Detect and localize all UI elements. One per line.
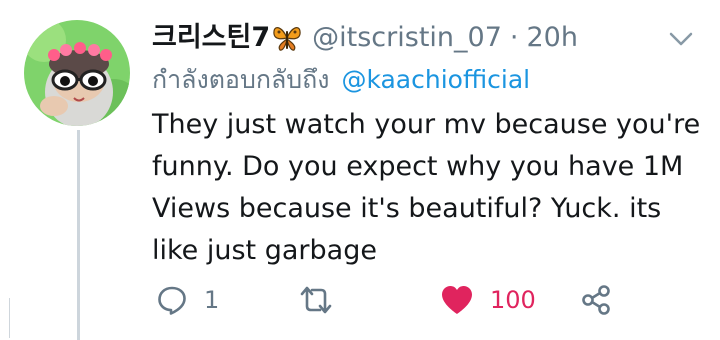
display-name[interactable]: 크리스틴7 bbox=[152, 20, 270, 56]
timestamp[interactable]: 20h bbox=[526, 20, 577, 56]
replying-to: กำลังตอบกลับถึง @kaachiofficial bbox=[152, 62, 530, 98]
reply-button[interactable]: 1 bbox=[156, 280, 219, 320]
handle[interactable]: @itscristin_07 bbox=[312, 20, 502, 56]
like-count: 100 bbox=[490, 286, 536, 314]
avatar[interactable] bbox=[24, 20, 130, 126]
avatar-image bbox=[24, 20, 130, 126]
heart-icon bbox=[442, 286, 472, 314]
replying-to-label: กำลังตอบกลับถึง bbox=[152, 65, 330, 94]
chevron-down-icon[interactable] bbox=[664, 24, 698, 54]
retweet-icon bbox=[300, 286, 332, 314]
like-button[interactable]: 100 bbox=[440, 280, 536, 320]
replying-to-handle[interactable]: @kaachiofficial bbox=[341, 65, 530, 94]
separator-dot: · bbox=[509, 22, 519, 53]
tweet-header: 크리스틴7 @itscristin_07 · 20h bbox=[152, 20, 578, 56]
retweet-button[interactable] bbox=[298, 280, 350, 320]
left-panel-edge bbox=[0, 298, 10, 338]
butterfly-icon bbox=[272, 24, 302, 52]
reply-count: 1 bbox=[204, 286, 220, 314]
share-icon bbox=[582, 285, 610, 315]
tweet-text: They just watch your mv because you're f… bbox=[152, 109, 701, 266]
thread-line bbox=[77, 130, 80, 340]
share-button[interactable] bbox=[580, 280, 612, 320]
reply-icon bbox=[158, 286, 186, 315]
